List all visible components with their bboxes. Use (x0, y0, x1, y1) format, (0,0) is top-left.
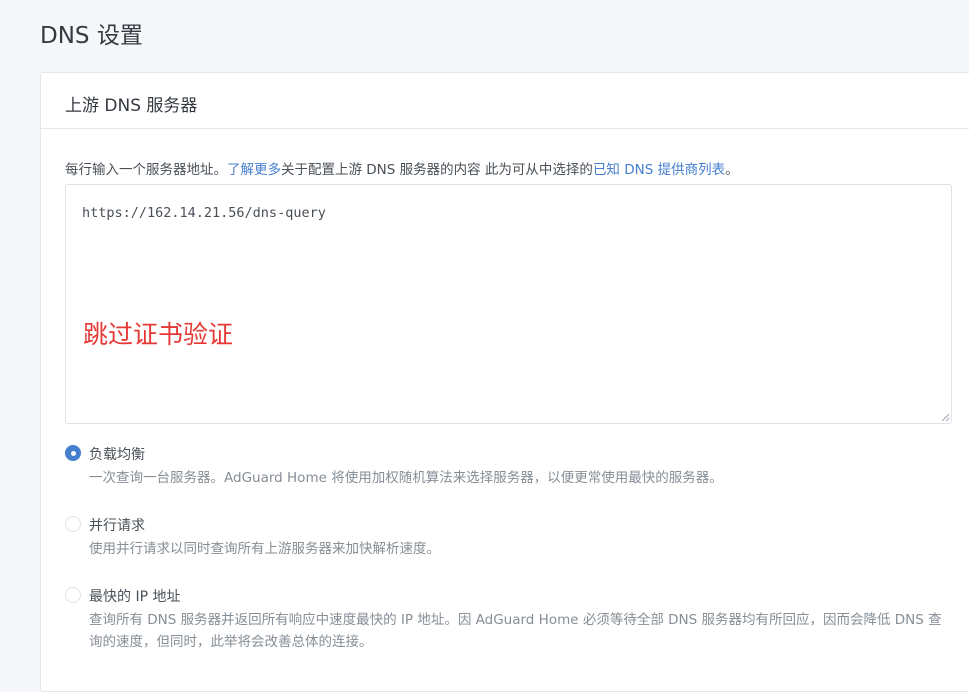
description-suffix: 。 (725, 162, 739, 178)
dns-providers-link[interactable]: 已知 DNS 提供商列表 (593, 162, 725, 178)
radio-load-balancing[interactable] (65, 445, 81, 461)
learn-more-link[interactable]: 了解更多 (227, 162, 281, 178)
resize-grip-icon[interactable] (941, 413, 950, 422)
mode-description: 一次查询一台服务器。AdGuard Home 将使用加权随机算法来选择服务器，以… (89, 470, 723, 486)
description-middle: 关于配置上游 DNS 服务器的内容 此为可从中选择的 (281, 162, 593, 178)
card-header: 上游 DNS 服务器 (41, 73, 969, 129)
mode-label[interactable]: 最快的 IP 地址 (89, 586, 180, 606)
description-prefix: 每行输入一个服务器地址。 (65, 162, 227, 178)
radio-parallel-requests[interactable] (65, 516, 81, 532)
annotation-text: 跳过证书验证 (83, 320, 234, 349)
upstream-dns-card: 上游 DNS 服务器 每行输入一个服务器地址。了解更多关于配置上游 DNS 服务… (40, 72, 969, 692)
card-title: 上游 DNS 服务器 (65, 96, 198, 116)
upstream-description: 每行输入一个服务器地址。了解更多关于配置上游 DNS 服务器的内容 此为可从中选… (65, 158, 739, 178)
radio-fastest-ip[interactable] (65, 587, 81, 603)
upstream-servers-textarea[interactable]: https://162.14.21.56/dns-query 跳过证书验证 (65, 184, 952, 424)
mode-label[interactable]: 负载均衡 (89, 444, 145, 464)
upstream-server-entry: https://162.14.21.56/dns-query (82, 205, 326, 221)
mode-label[interactable]: 并行请求 (89, 515, 145, 535)
mode-description: 查询所有 DNS 服务器并返回所有响应中速度最快的 IP 地址。因 AdGuar… (89, 612, 942, 650)
mode-description: 使用并行请求以同时查询所有上游服务器来加快解析速度。 (89, 541, 440, 557)
page-title: DNS 设置 (40, 23, 143, 49)
